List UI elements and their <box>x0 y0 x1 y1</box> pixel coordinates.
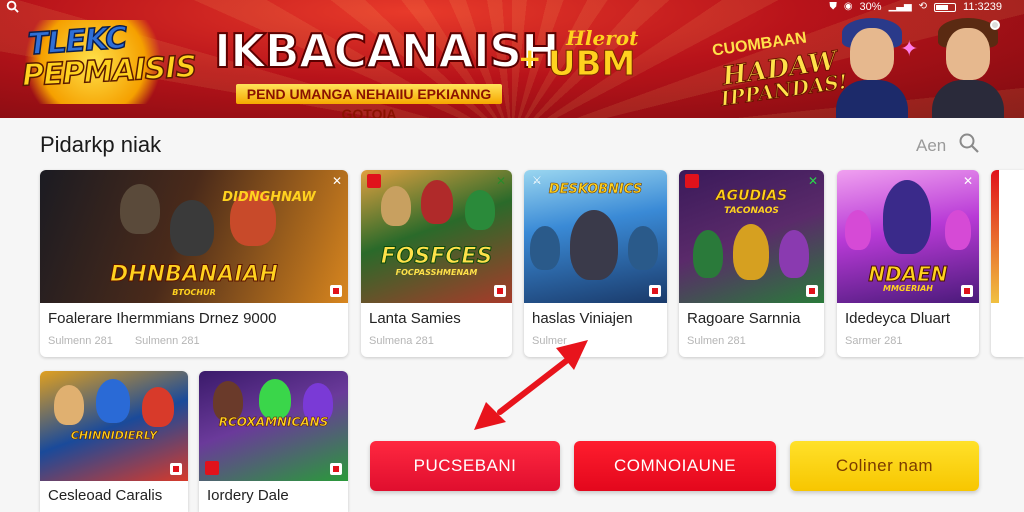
shield-icon: ⛊ <box>829 1 837 12</box>
battery-icon <box>934 2 957 12</box>
status-bar: ⛊ ◉ 30% ▁▃▅ ⟲ 11:3239 <box>0 0 1024 16</box>
signal-percent: 30% <box>859 1 882 13</box>
wifi-icon: ◉ <box>843 1 853 12</box>
search-icon[interactable] <box>6 0 19 16</box>
signal-bars-icon: ▁▃▅ <box>888 1 912 12</box>
pointer-arrow-icon <box>474 340 588 430</box>
sync-icon: ⟲ <box>918 1 928 12</box>
clock: 11:3239 <box>963 1 1002 13</box>
